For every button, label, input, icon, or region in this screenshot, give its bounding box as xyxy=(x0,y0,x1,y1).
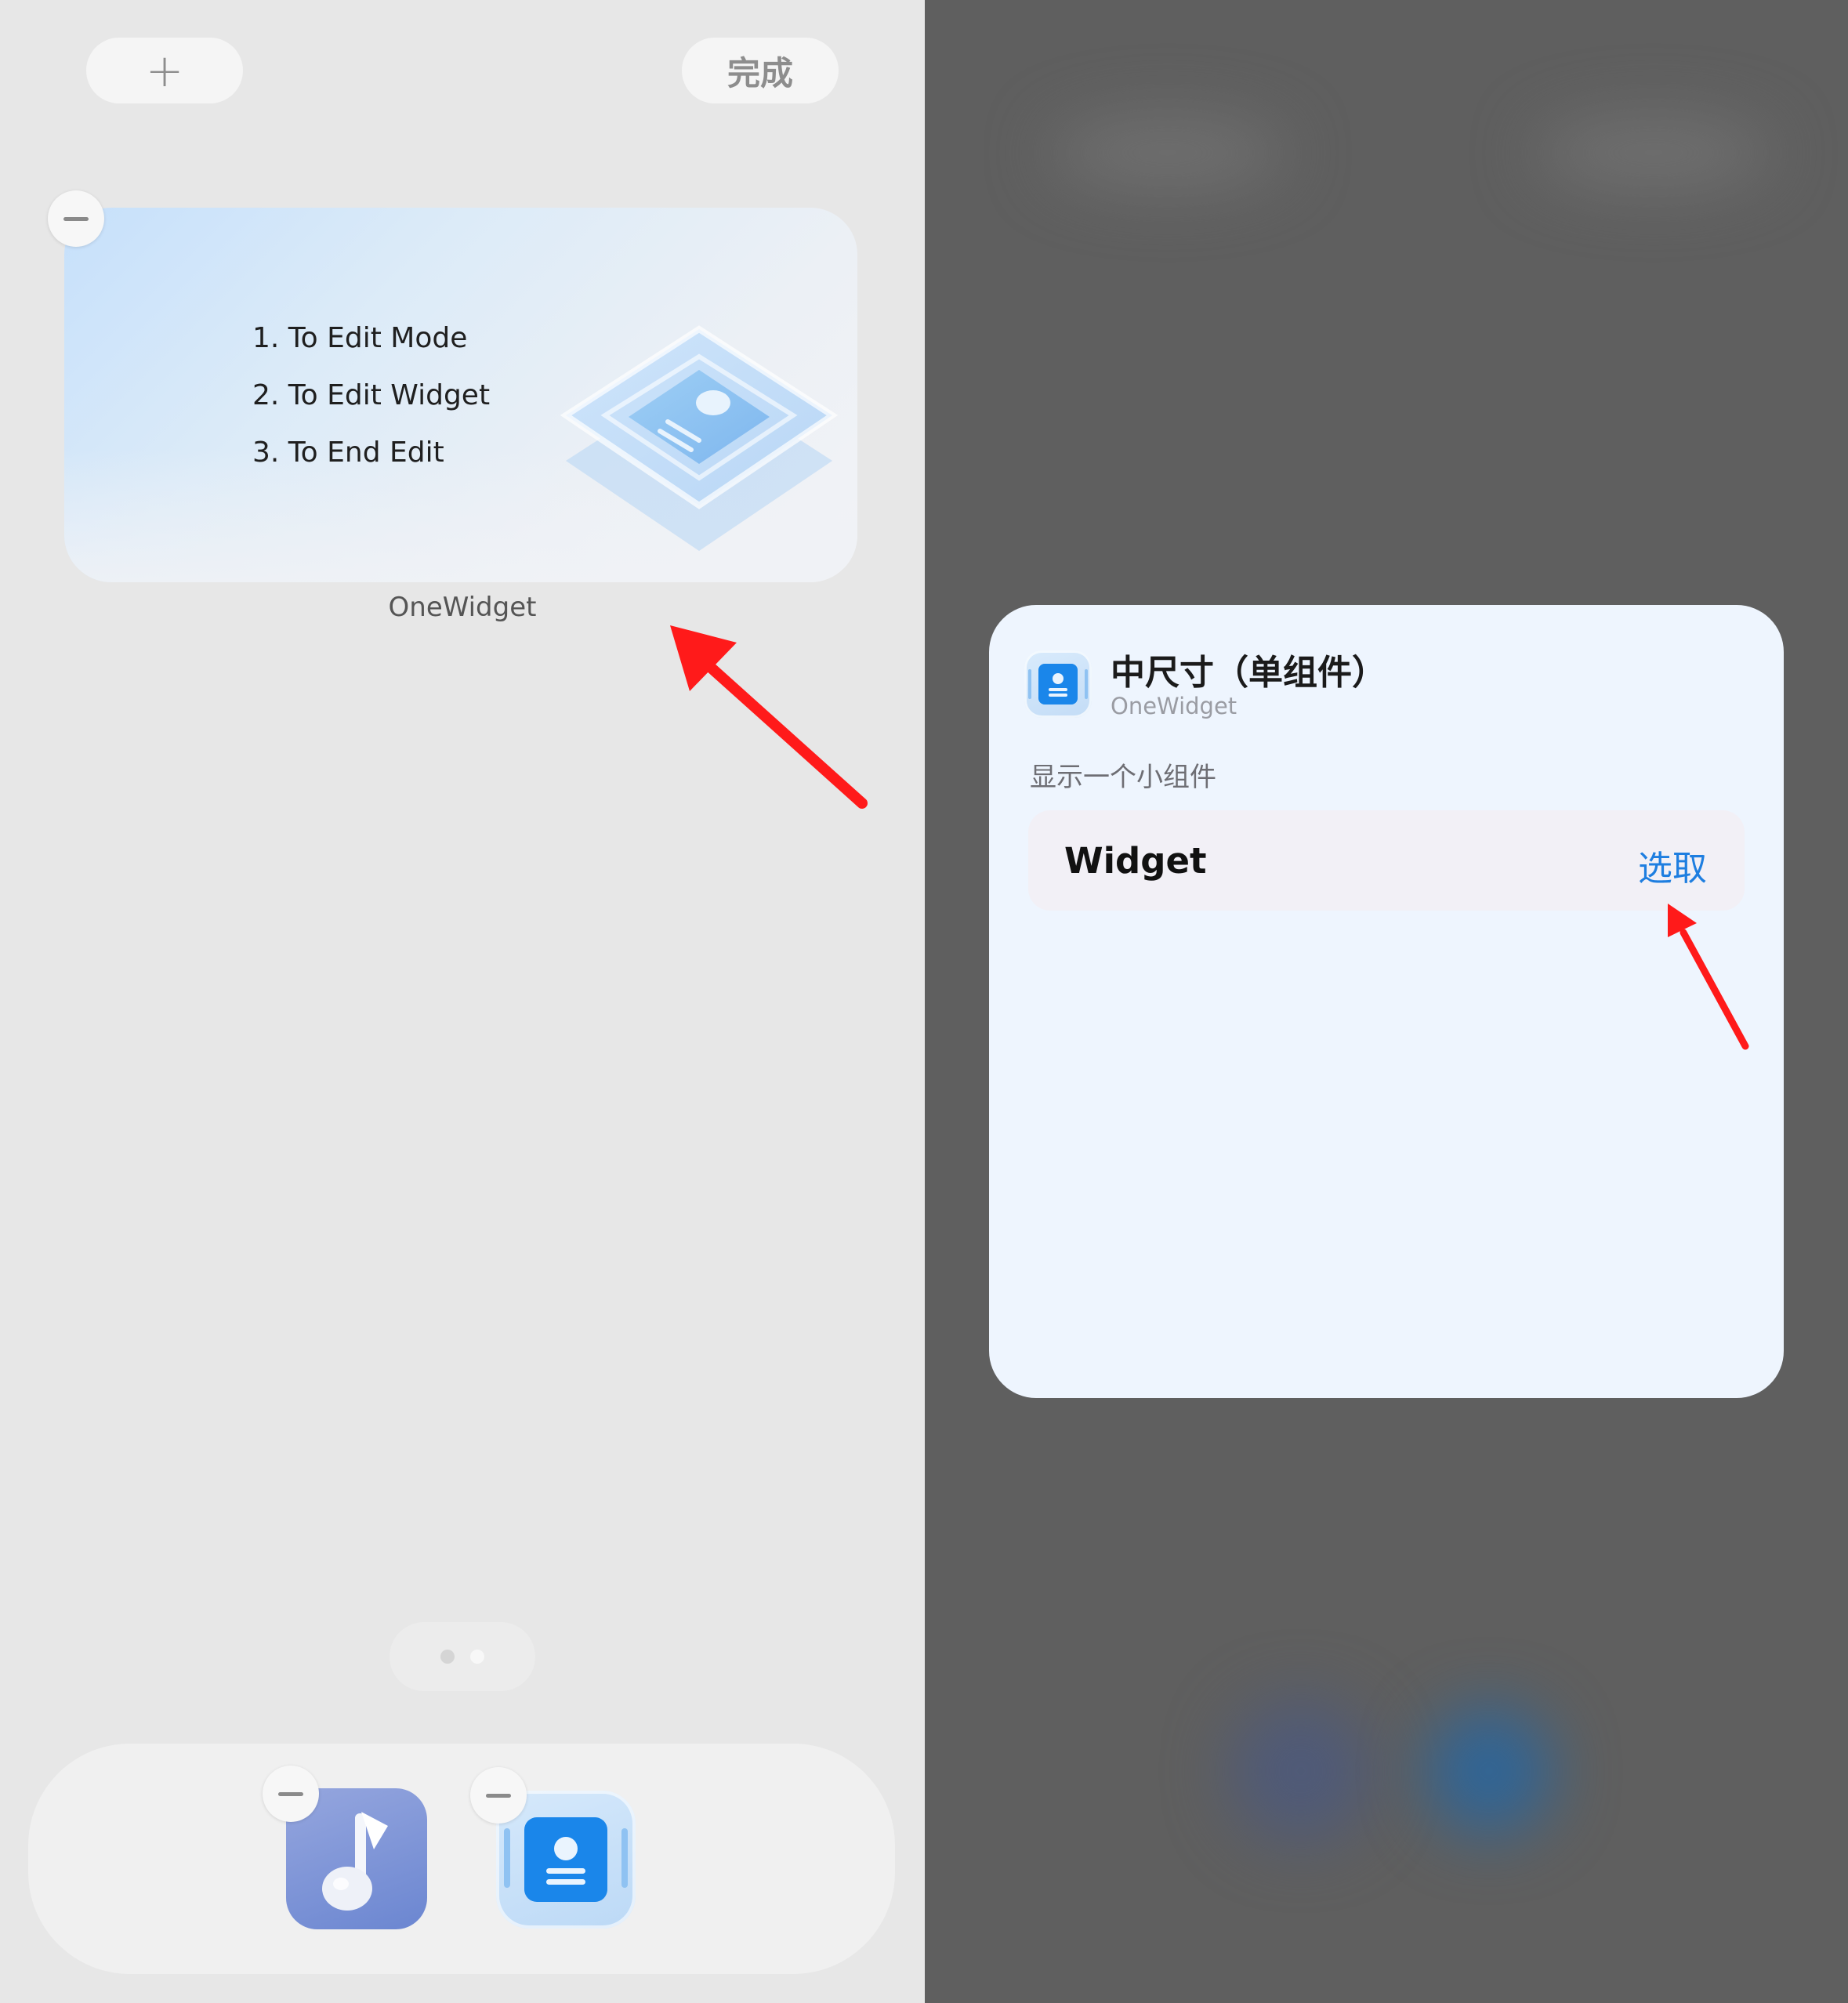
step-edit-mode: 1. To Edit Mode xyxy=(252,322,468,354)
choose-button[interactable]: 选取 xyxy=(1638,840,1707,890)
widget-parameter-row[interactable]: Widget 选取 xyxy=(1028,810,1745,911)
step-end-edit: 3. To End Edit xyxy=(252,436,444,469)
blurred-background xyxy=(1536,118,1771,188)
minus-icon xyxy=(486,1793,511,1798)
onewidget-widget[interactable]: 1. To Edit Mode 2. To Edit Widget 3. To … xyxy=(64,208,857,582)
widget-name-label: OneWidget xyxy=(388,592,537,623)
sheet-title: 中尺寸（单组件） xyxy=(1111,653,1386,693)
minus-icon xyxy=(278,1791,303,1796)
remove-widget-button[interactable] xyxy=(48,190,104,247)
done-button[interactable]: 完成 xyxy=(682,38,839,103)
remove-music-app-button[interactable] xyxy=(263,1766,319,1822)
widget-config-sheet: 中尺寸（单组件） OneWidget 显示一个小组件 Widget 选取 xyxy=(989,605,1784,1398)
page-dot-1[interactable] xyxy=(440,1650,455,1664)
blurred-dock-icon xyxy=(1426,1708,1552,1834)
page-dot-2[interactable] xyxy=(470,1650,484,1664)
remove-onewidget-app-button[interactable] xyxy=(470,1767,527,1824)
minus-icon xyxy=(63,216,89,221)
onewidget-app-icon xyxy=(1024,650,1092,718)
home-screen-edit-panel: + 完成 1. To Edit Mode 2. To Edit Widget 3… xyxy=(0,0,925,2003)
blurred-dock-icon xyxy=(1230,1701,1372,1842)
widget-config-panel: 中尺寸（单组件） OneWidget 显示一个小组件 Widget 选取 xyxy=(925,0,1848,2003)
add-widget-button[interactable]: + xyxy=(86,38,243,103)
widget-illustration-icon xyxy=(560,325,839,551)
page-indicator[interactable] xyxy=(390,1622,535,1691)
blurred-background xyxy=(1050,118,1285,188)
instructions-list: 1. To Edit Mode 2. To Edit Widget 3. To … xyxy=(252,319,490,491)
step-edit-widget: 2. To Edit Widget xyxy=(252,379,491,411)
parameter-label: Widget xyxy=(1064,840,1207,882)
sheet-subtitle: OneWidget xyxy=(1111,693,1237,719)
dock xyxy=(28,1744,895,1974)
sheet-description: 显示一个小组件 xyxy=(1030,762,1216,793)
onewidget-logo-icon xyxy=(1028,664,1088,704)
